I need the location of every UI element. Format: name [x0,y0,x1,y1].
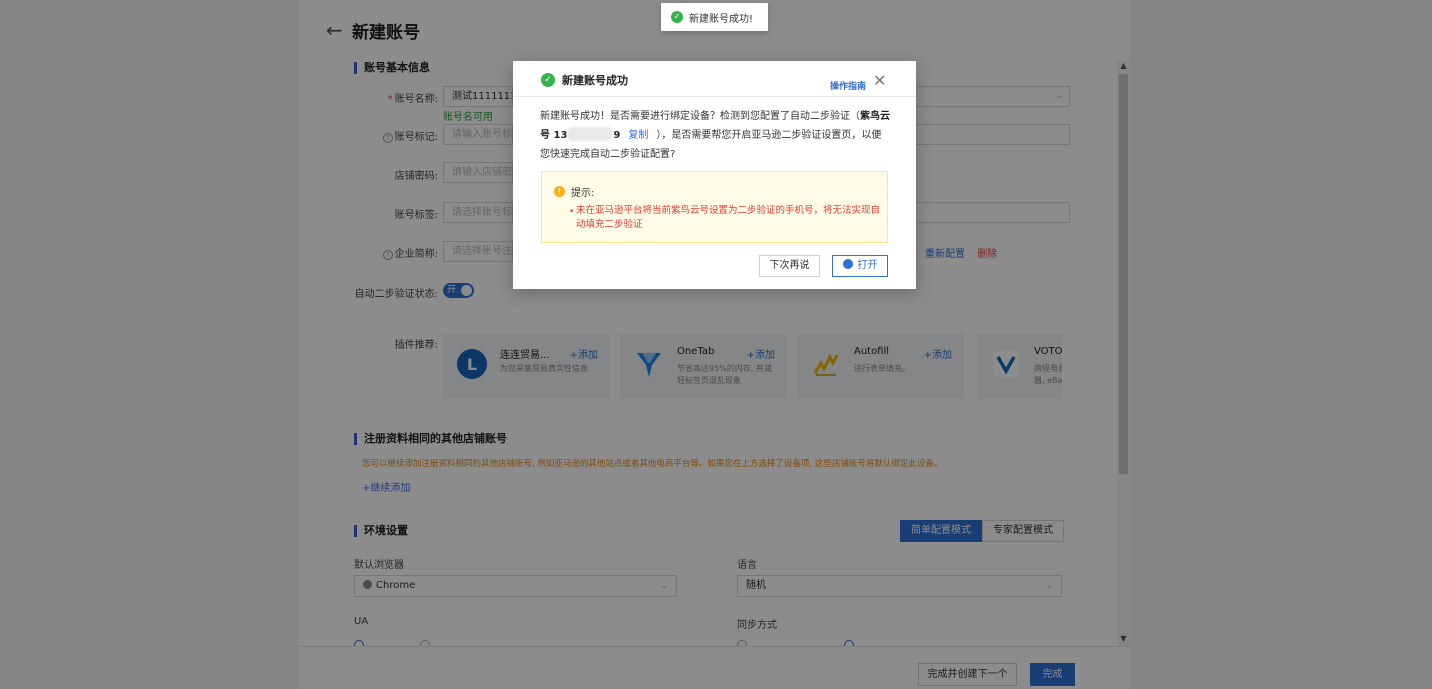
modal-message: 新建账号成功！是否需要进行绑定设备？检测到您配置了自动二步验证（紫鸟云号 13 9… [540,111,890,160]
later-button[interactable]: 下次再说 [759,255,820,277]
masked-phone [567,127,614,141]
copy-link[interactable]: 复制 [628,130,648,141]
browser-icon [842,259,853,269]
guide-link[interactable]: 操作指南 [830,79,866,92]
create-success-modal: ✓ 新建账号成功 操作指南 ✕ 新建账号成功！是否需要进行绑定设备？检测到您配置… [513,61,916,289]
tip-title: ! 提示: [554,184,594,199]
check-circle-icon: ✓ [671,11,683,23]
check-circle-icon: ✓ [541,73,555,87]
open-button[interactable]: 打开 [832,255,888,277]
modal-header: ✓ 新建账号成功 操作指南 ✕ [513,61,916,97]
modal-title: ✓ 新建账号成功 [541,72,628,88]
close-icon[interactable]: ✕ [873,73,886,89]
tip-box: ! 提示: 未在亚马逊平台将当前紫鸟云号设置为二步验证的手机号，将无法实现自动填… [541,171,888,243]
tip-text: 未在亚马逊平台将当前紫鸟云号设置为二步验证的手机号，将无法实现自动填充二步验证 [569,204,881,232]
exclamation-icon: ! [554,186,565,197]
success-toast: ✓ 新建账号成功! [661,3,768,31]
